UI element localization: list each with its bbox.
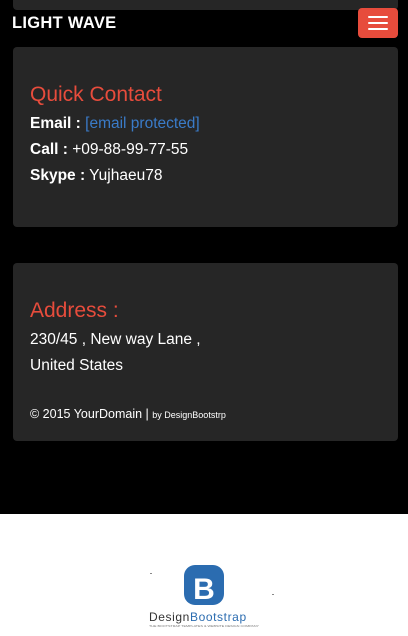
- designbootstrap-logo[interactable]: B DesignBootstrap THE BOOTSTRAP TEMPLATE…: [149, 564, 261, 629]
- address-line-1: 230/45 , New way Lane ,: [30, 331, 201, 348]
- logo-wordmark: DesignBootstrap: [149, 610, 247, 624]
- quick-contact-panel: Quick Contact Email : [email protected] …: [13, 47, 398, 227]
- email-line: Email : [email protected]: [30, 115, 200, 133]
- address-line-2: United States: [30, 357, 124, 374]
- nav-toggle-button[interactable]: [358, 8, 398, 38]
- footer-banner: B DesignBootstrap THE BOOTSTRAP TEMPLATE…: [0, 514, 408, 636]
- logo-tagline: THE BOOTSTRAP TEMPLATES & WEBSITE DESIGN…: [149, 624, 259, 628]
- logo-letter: B: [193, 573, 215, 606]
- email-link[interactable]: [email protected]: [85, 115, 200, 132]
- skype-line: Skype : Yujhaeu78: [30, 167, 162, 185]
- decorative-dot: [272, 594, 274, 595]
- brand-logo[interactable]: LIGHT WAVE: [12, 14, 116, 33]
- call-line: Call : +09-88-99-77-55: [30, 141, 188, 159]
- address-heading: Address :: [30, 299, 119, 322]
- call-value: +09-88-99-77-55: [72, 141, 189, 158]
- copyright-line: © 2015 YourDomain | by DesignBootstrp: [30, 407, 226, 421]
- quick-contact-heading: Quick Contact: [30, 83, 162, 106]
- logo-wordmark-design: Design: [149, 610, 190, 624]
- copyright-text: © 2015 YourDomain |: [30, 407, 149, 421]
- logo-wordmark-bootstrap: Bootstrap: [190, 610, 247, 624]
- call-label: Call :: [30, 141, 68, 158]
- credit-link[interactable]: by DesignBootstrp: [152, 410, 226, 420]
- email-label: Email :: [30, 115, 81, 132]
- address-panel: Address : 230/45 , New way Lane , United…: [13, 263, 398, 441]
- skype-label: Skype :: [30, 167, 86, 184]
- top-strip: [13, 0, 398, 10]
- skype-value: Yujhaeu78: [89, 167, 163, 184]
